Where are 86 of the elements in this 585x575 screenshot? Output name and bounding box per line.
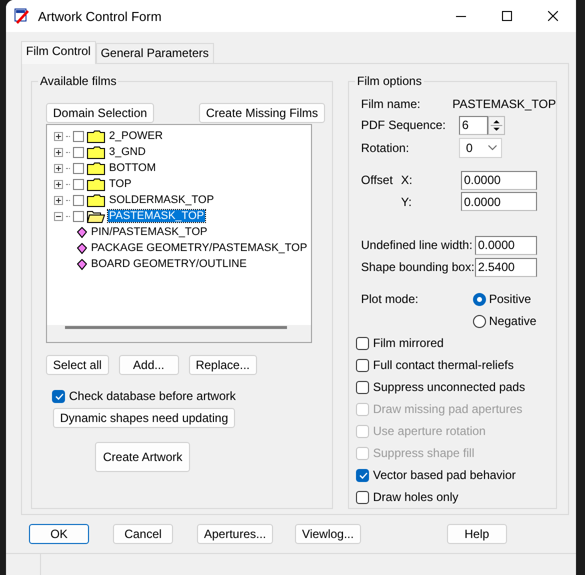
folder-icon [87, 146, 105, 158]
dialog-button[interactable]: Cancel [113, 524, 173, 544]
open-folder-icon [87, 210, 105, 222]
field-label: X: [401, 173, 414, 187]
checkbox-label: Film mirrored [373, 336, 444, 350]
tab[interactable]: Film Control [21, 41, 96, 64]
film-name: PASTEMASK_TOP [452, 97, 556, 111]
dialog-button[interactable]: Help [446, 524, 507, 544]
field-label: Rotation: [361, 141, 410, 155]
checkbox[interactable] [356, 380, 369, 394]
folder-icon [87, 162, 105, 174]
radio-label: Positive [489, 292, 532, 306]
rotation-dropdown[interactable]: 0 [459, 138, 502, 158]
pdf-sequence-field[interactable]: 6 [459, 116, 488, 134]
radio-button[interactable] [473, 292, 486, 306]
radio-label: Negative [489, 314, 536, 328]
checkbox[interactable] [356, 468, 369, 482]
action-button[interactable]: Add... [118, 355, 179, 375]
checkbox[interactable] [73, 130, 84, 142]
tree-item[interactable]: SOLDERMASK_TOP [108, 194, 215, 206]
checkbox[interactable] [73, 146, 84, 158]
spinner-icon[interactable] [488, 116, 505, 134]
offset-y-field[interactable]: 0.0000 [461, 192, 537, 211]
folder-icon [87, 178, 105, 190]
checkbox[interactable] [73, 178, 84, 190]
create-missing-films-button[interactable]: Create Missing Films [198, 103, 325, 123]
bounding-box-field[interactable]: 2.5400 [475, 258, 537, 276]
checkbox[interactable] [73, 210, 84, 222]
offset-x-field[interactable]: 0.0000 [461, 170, 537, 190]
checkbox[interactable] [73, 162, 84, 174]
collapse-icon[interactable] [54, 212, 63, 220]
tree-item[interactable]: BOTTOM [108, 162, 157, 174]
dialog-button[interactable]: OK [29, 524, 89, 544]
expand-icon[interactable] [54, 196, 63, 204]
field-label: Undefined line width: [361, 238, 474, 252]
create-artwork-button[interactable]: Create Artwork [95, 442, 190, 472]
dialog-button[interactable]: Apertures... [197, 524, 274, 544]
folder-icon [87, 130, 105, 142]
layer-icon [77, 258, 87, 270]
film-tree[interactable]: 2_POWER 3_GND BOTTOM TOP SOLDERMASK_TOP PASTEMASK_TOP PIN/PASTEMASK_TOP PACKAGE GEOMETRY/PASTEMASK_TOP BOARD GEOMETRY/OUTLINE [46, 124, 312, 343]
group-title: Available films [38, 74, 118, 88]
expand-icon[interactable] [54, 180, 63, 188]
checkbox[interactable] [73, 194, 84, 206]
dialog-button[interactable]: Viewlog... [295, 524, 361, 544]
checkbox[interactable] [356, 336, 369, 350]
checkbox-label: Suppress shape fill [373, 446, 474, 460]
expand-icon[interactable] [54, 132, 63, 140]
tree-item[interactable]: 2_POWER [108, 130, 164, 142]
tree-item[interactable]: PIN/PASTEMASK_TOP [90, 226, 208, 238]
field-label: Offset [361, 173, 394, 187]
group-title: Film options [355, 74, 424, 88]
checkbox-label: Use aperture rotation [373, 424, 486, 438]
chevron-down-icon [488, 145, 497, 151]
folder-icon [87, 194, 105, 206]
radio-button[interactable] [473, 314, 486, 328]
checkbox-label: Check database before artwork [69, 389, 236, 403]
checkbox-label: Full contact thermal-reliefs [373, 358, 514, 372]
line-width-field[interactable]: 0.0000 [475, 236, 537, 254]
expand-icon[interactable] [54, 148, 63, 156]
field-label: Plot mode: [361, 291, 420, 308]
tree-item[interactable]: BOARD GEOMETRY/OUTLINE [90, 258, 248, 270]
dynamic-shapes-button[interactable]: Dynamic shapes need updating [53, 408, 236, 428]
checkbox-label: Suppress unconnected pads [373, 380, 526, 394]
field-label: Y: [401, 194, 413, 208]
tab[interactable]: General Parameters [96, 43, 214, 63]
checkbox[interactable] [356, 490, 369, 504]
action-button[interactable]: Replace... [188, 355, 257, 375]
domain-selection-button[interactable]: Domain Selection [46, 103, 154, 123]
checkbox[interactable] [52, 390, 65, 402]
expand-icon[interactable] [54, 164, 63, 172]
layer-icon [77, 226, 87, 238]
checkbox-label: Vector based pad behavior [373, 468, 516, 482]
layer-icon [77, 242, 87, 254]
tree-item[interactable]: PASTEMASK_TOP [108, 210, 205, 222]
checkbox-label: Draw holes only [373, 490, 458, 504]
action-button[interactable]: Select all [46, 355, 109, 375]
tree-item[interactable]: 3_GND [108, 146, 147, 158]
tree-item[interactable]: TOP [108, 178, 132, 190]
field-label: PDF Sequence: [361, 118, 447, 132]
field-label: Film name: [361, 97, 422, 111]
tree-item[interactable]: PACKAGE GEOMETRY/PASTEMASK_TOP [90, 242, 308, 254]
checkbox-label: Draw missing pad apertures [373, 402, 522, 416]
checkbox[interactable] [356, 358, 369, 372]
field-label: Shape bounding box: [361, 260, 475, 274]
app-icon [14, 8, 30, 24]
window-title: Artwork Control Form [38, 8, 163, 24]
